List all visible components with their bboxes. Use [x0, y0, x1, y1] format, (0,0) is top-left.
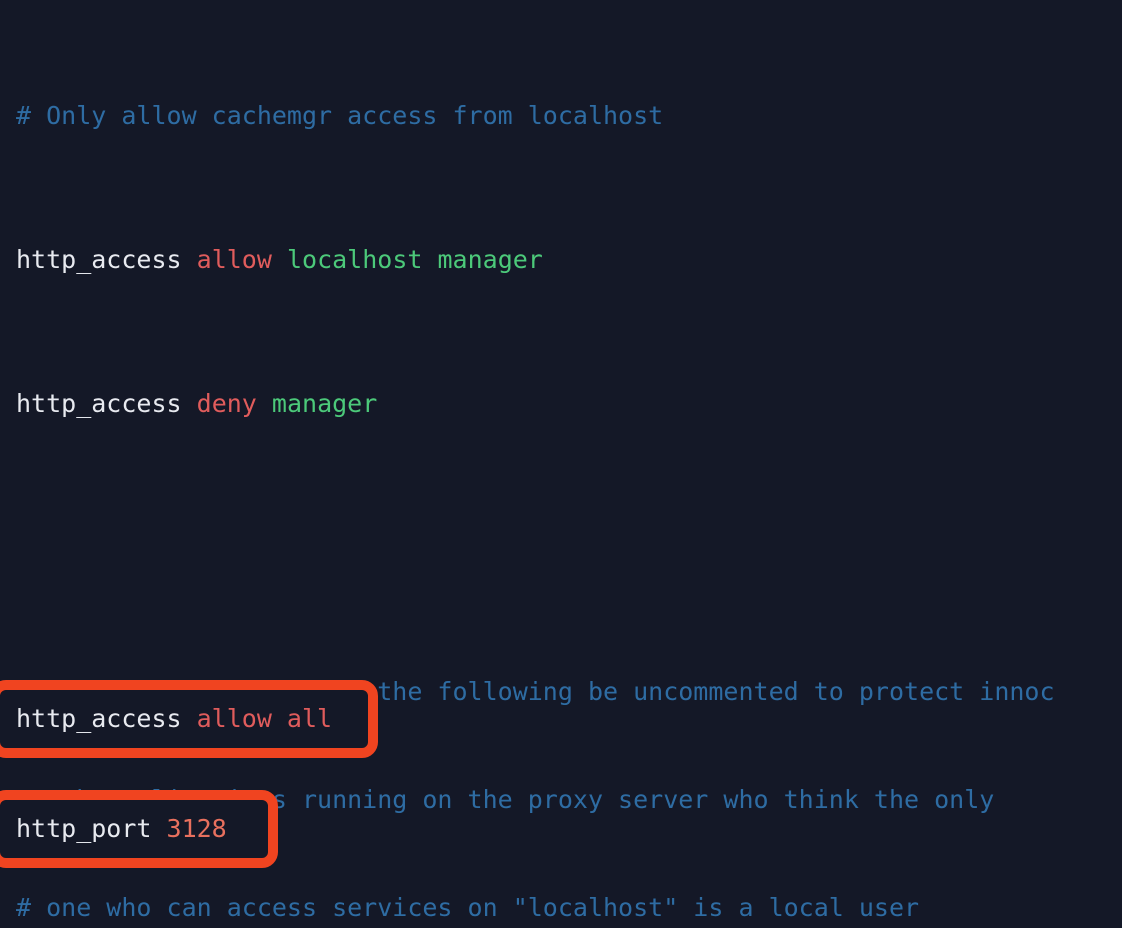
value-manager: manager [437, 245, 543, 274]
code-line-0: # Only allow cachemgr access from localh… [16, 98, 1122, 134]
directive-http-access: http_access [16, 389, 182, 418]
value-manager: manager [271, 389, 378, 418]
comment-text: # We strongly recommend the following be… [16, 677, 1055, 706]
code-line-2: http_access deny manager [16, 386, 1122, 422]
code-line-6: # one who can access services on "localh… [16, 890, 1122, 926]
code-content[interactable]: # Only allow cachemgr access from localh… [0, 0, 1122, 928]
keyword-allow: allow [196, 245, 272, 274]
code-line-3-blank [16, 530, 1122, 566]
code-line-1: http_access allow localhost manager [16, 242, 1122, 278]
comment-text: # web applications running on the proxy … [16, 785, 995, 814]
comment-text: # one who can access services on "localh… [16, 893, 920, 922]
comment-text: # Only allow cachemgr access from localh… [16, 101, 664, 130]
terminal-editor-screen: # Only allow cachemgr access from localh… [0, 0, 1122, 928]
value-localhost: localhost [286, 245, 423, 274]
directive-http-access: http_access [16, 245, 182, 274]
keyword-deny: deny [196, 389, 257, 418]
code-line-4: # We strongly recommend the following be… [16, 674, 1122, 710]
code-line-5: # web applications running on the proxy … [16, 782, 1122, 818]
